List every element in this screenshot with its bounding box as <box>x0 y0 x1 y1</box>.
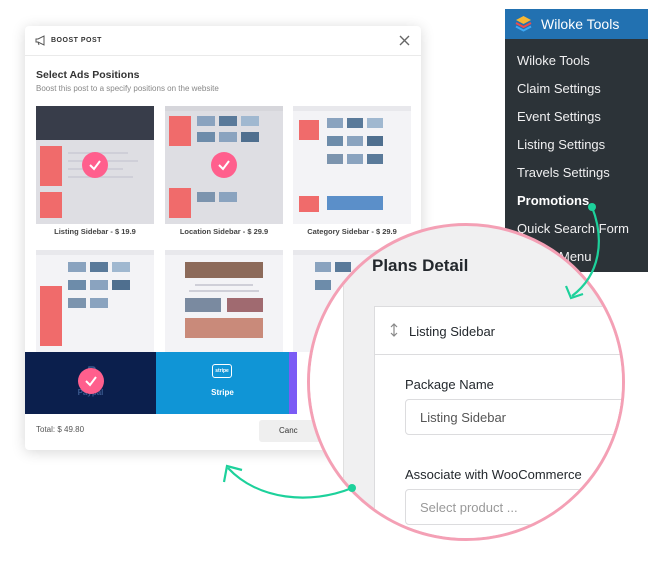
arrow-start-dot <box>588 203 596 211</box>
arrow-promotions-to-panel <box>571 206 600 297</box>
arrow-start-dot <box>348 484 356 492</box>
arrow-panel-to-modal <box>227 467 353 499</box>
connector-arrows <box>222 203 600 499</box>
